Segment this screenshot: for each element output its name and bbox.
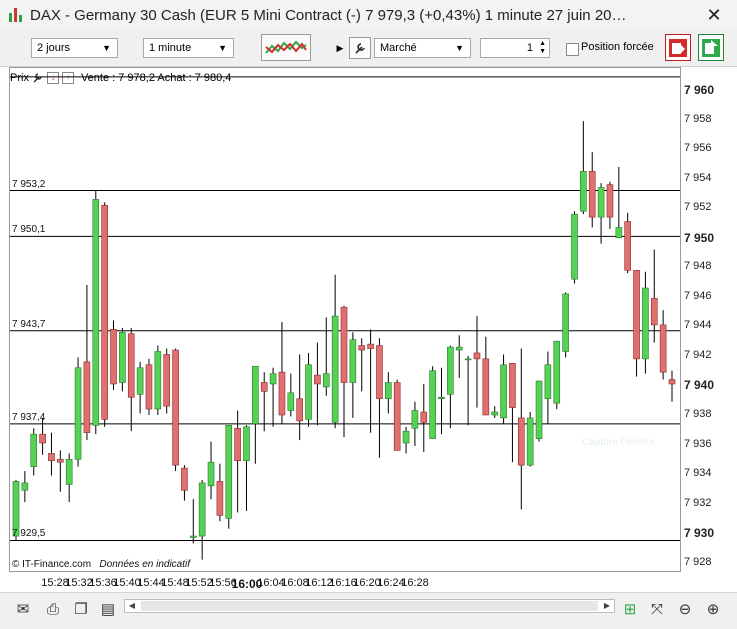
- chart-header: Prix ↓ ↑ Vente : 7 978,2 Achat : 7 980,4: [10, 70, 231, 86]
- quantity-stepper[interactable]: 1 ▲ ▼: [480, 38, 550, 58]
- y-axis-tick-label: 7 960: [684, 83, 715, 98]
- buy-icon: [702, 38, 720, 57]
- watermark-text: Capture Fenêtre: [582, 437, 655, 448]
- y-axis-tick-label: 7 954: [684, 171, 712, 184]
- chart-add-icon[interactable]: ⊞: [620, 599, 640, 619]
- level-label: 7 950,1: [12, 224, 46, 236]
- y-axis-tick-label: 7 932: [684, 496, 712, 509]
- scroll-right-arrow-icon[interactable]: ▶: [600, 600, 614, 612]
- y-axis-tick-label: 7 948: [684, 260, 712, 273]
- chart-area[interactable]: [9, 67, 681, 572]
- order-settings-button[interactable]: [349, 37, 371, 59]
- scroll-thumb[interactable]: [141, 601, 598, 611]
- y-axis-tick-label: 7 942: [684, 348, 712, 361]
- close-button[interactable]: ✕: [691, 0, 737, 30]
- mail-icon[interactable]: ✉: [13, 599, 33, 619]
- interval-select[interactable]: 1 minute ▼: [143, 38, 234, 58]
- forced-position-checkbox[interactable]: [566, 43, 579, 56]
- period-select[interactable]: 2 jours ▼: [31, 38, 118, 58]
- level-label: 7 937,4: [12, 411, 46, 423]
- order-type-select-value: Marché: [380, 42, 417, 54]
- zoom-out-icon[interactable]: ⊖: [675, 599, 695, 619]
- forced-position-label: Position forcée: [581, 41, 654, 53]
- level-label: 7 953,2: [12, 178, 46, 190]
- period-select-value: 2 jours: [37, 42, 71, 54]
- title-bar: DAX - Germany 30 Cash (EUR 5 Mini Contra…: [0, 0, 737, 31]
- y-axis-tick-label: 7 946: [684, 289, 712, 302]
- y-axis-tick-label: 7 952: [684, 201, 712, 214]
- y-axis-tick-label: 7 940: [684, 378, 715, 393]
- buy-button[interactable]: [698, 34, 724, 61]
- chevron-down-icon: ▼: [218, 43, 227, 53]
- indicators-icon: [265, 40, 307, 54]
- sell-small-icon[interactable]: ↓: [46, 72, 59, 84]
- y-axis-tick-label: 7 936: [684, 437, 712, 450]
- y-axis-tick-label: 7 944: [684, 319, 712, 332]
- y-axis-tick-label: 7 928: [684, 555, 712, 568]
- toolbar: 2 jours ▼ 1 minute ▼ ▶ Marché ▼ 1 ▲ ▼ Pos…: [0, 30, 737, 67]
- level-label: 7 943,7: [12, 318, 46, 330]
- wrench-icon: [355, 43, 365, 54]
- quantity-value: 1: [526, 42, 533, 54]
- expand-arrow-button[interactable]: ▶: [335, 38, 345, 58]
- copy-icon[interactable]: ❐: [71, 599, 91, 619]
- chevron-down-icon: ▼: [102, 43, 111, 53]
- horizontal-scrollbar[interactable]: ◀ ▶: [124, 599, 615, 613]
- order-type-select[interactable]: Marché ▼: [374, 38, 471, 58]
- wrench-icon[interactable]: [32, 72, 44, 84]
- interval-select-value: 1 minute: [149, 42, 192, 54]
- y-axis-tick-label: 7 958: [684, 112, 712, 125]
- y-axis-tick-label: 7 934: [684, 467, 712, 480]
- zoom-fit-icon[interactable]: ⤧: [647, 599, 667, 619]
- buy-small-icon[interactable]: ↑: [61, 72, 74, 84]
- y-axis-tick-label: 7 930: [684, 526, 715, 541]
- level-label: 7 929,5: [12, 528, 46, 540]
- y-axis-tick-label: 7 938: [684, 407, 712, 420]
- y-axis-tick-label: 7 956: [684, 142, 712, 155]
- stepper-arrows-icon[interactable]: ▲ ▼: [539, 40, 546, 56]
- window-title: DAX - Germany 30 Cash (EUR 5 Mini Contra…: [30, 6, 627, 24]
- y-axis-tick-label: 7 950: [684, 230, 715, 245]
- x-axis-tick-label: 16:28: [401, 577, 429, 589]
- scroll-left-arrow-icon[interactable]: ◀: [125, 600, 139, 612]
- chart-footer: © IT-Finance.com Données en indicatif: [12, 559, 190, 570]
- data-disclaimer: Données en indicatif: [99, 559, 191, 570]
- sell-button[interactable]: [665, 34, 691, 61]
- chevron-down-icon: ▼: [455, 43, 464, 53]
- indicators-button[interactable]: [261, 34, 311, 61]
- zoom-in-icon[interactable]: ⊕: [703, 599, 723, 619]
- data-source: © IT-Finance.com: [12, 559, 92, 570]
- document-icon[interactable]: ▤: [98, 599, 118, 619]
- price-panel-label: Prix: [10, 72, 29, 84]
- print-icon[interactable]: ⎙: [43, 599, 63, 619]
- bid-ask-quote: Vente : 7 978,2 Achat : 7 980,4: [80, 72, 232, 84]
- sell-icon: [669, 38, 687, 57]
- status-bar: ✉ ⎙ ❐ ▤ ◀ ▶ ⊞ ⤧ ⊖ ⊕: [0, 592, 737, 629]
- app-candlestick-icon: [8, 7, 24, 23]
